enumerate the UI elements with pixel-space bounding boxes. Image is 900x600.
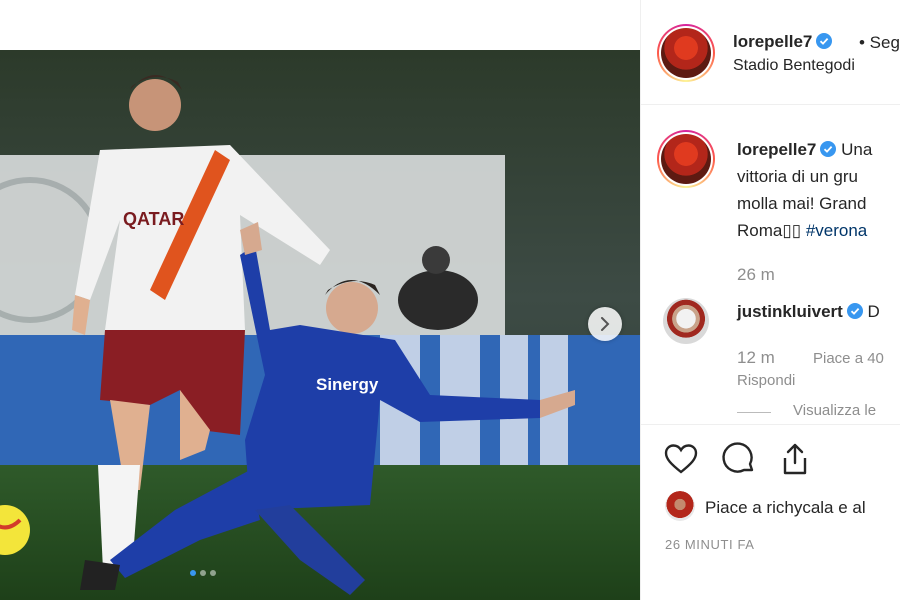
carousel-dot [190,570,196,576]
liker-avatar[interactable] [665,491,695,521]
commenter-avatar[interactable] [663,298,709,344]
caption-text-1: Una [841,140,873,159]
caption-emoji: ▯▯ [782,221,802,240]
comment-icon[interactable] [721,441,757,477]
post-timestamp[interactable]: 26 MINUTI FA [665,537,755,552]
likes-text[interactable]: Piace a richycala e al [705,498,866,518]
header-username[interactable]: lorepelle7 [733,32,812,51]
svg-text:Sinergy: Sinergy [316,375,379,394]
svg-text:QATAR: QATAR [123,209,184,229]
caption-age[interactable]: 26 m [737,265,775,285]
verified-badge-icon [816,33,833,49]
reply-link[interactable]: Rispondi [737,372,795,389]
post-sidebar: lorepelle7 • Seg Stadio Bentegodi lorepe… [640,0,900,600]
carousel-dot [200,570,206,576]
carousel-indicator [190,570,216,576]
carousel-dot [210,570,216,576]
comment-username[interactable]: justinkluivert [737,302,843,321]
location-link[interactable]: Stadio Bentegodi [733,57,855,75]
comment-likes[interactable]: Piace a 40 [813,350,884,367]
post-header: lorepelle7 • Seg Stadio Bentegodi [641,0,900,105]
verified-badge-icon [820,141,837,157]
header-username-row[interactable]: lorepelle7 [733,32,833,52]
verified-badge-icon [846,303,863,319]
author-avatar[interactable] [657,24,715,82]
hashtag-link[interactable]: #verona [806,221,867,240]
chevron-right-icon [601,317,610,331]
post-photo[interactable]: QATAR Sinergy [0,50,640,600]
caption-text-4: Roma [737,221,783,240]
caption-line-1: lorepelle7 Una [737,136,872,163]
comment-age[interactable]: 12 m [737,348,775,368]
replies-divider [737,412,771,413]
caption-line-3: molla mai! Grand [737,194,867,213]
caption-username[interactable]: lorepelle7 [737,140,816,159]
comment-text: D [867,302,880,321]
share-icon[interactable] [777,441,813,477]
football-action-image: QATAR Sinergy [0,50,640,600]
post-actions: Piace a richycala e al 26 MINUTI FA [641,424,900,600]
view-replies-link[interactable]: Visualizza le [793,402,876,419]
heart-icon[interactable] [663,441,699,477]
next-photo-button[interactable] [588,307,622,341]
top-blank-strip [0,0,640,50]
follow-button[interactable]: • Seg [859,33,900,53]
caption-avatar[interactable] [657,130,715,188]
caption-line-4: Roma▯▯ #verona [737,217,867,244]
comment-row: justinkluivert D [737,302,880,322]
caption-line-2: vittoria di un gru [737,167,858,186]
